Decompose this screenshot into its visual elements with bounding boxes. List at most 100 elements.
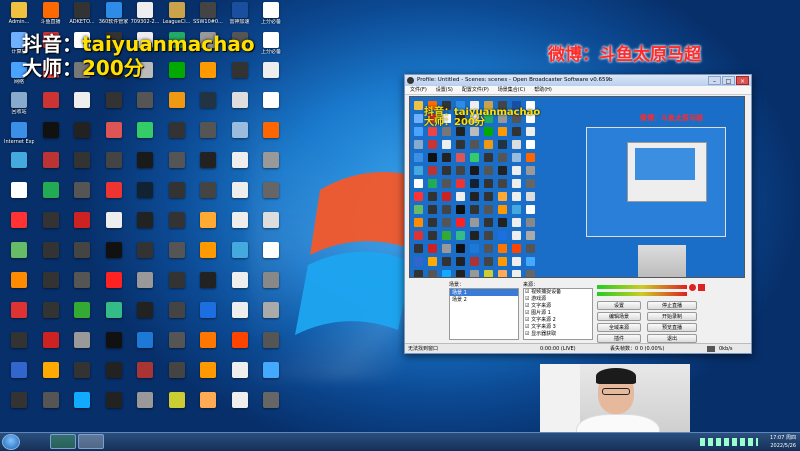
desktop-shortcut-icon[interactable] [256, 152, 286, 184]
desktop-shortcut-icon[interactable] [67, 362, 97, 394]
source-item[interactable]: ☑ 显示器获取 [525, 331, 592, 338]
preview-stream-button[interactable]: 预览直播 [647, 323, 697, 332]
desktop-shortcut-icon[interactable] [36, 272, 66, 304]
desktop-shortcut-icon[interactable] [4, 242, 34, 274]
desktop-shortcut-icon[interactable] [36, 242, 66, 274]
desktop-shortcut-icon[interactable] [99, 212, 129, 244]
desktop-shortcut-icon[interactable] [256, 212, 286, 244]
desktop-shortcut-icon[interactable] [225, 242, 255, 274]
tray-icons[interactable] [700, 438, 758, 446]
desktop-shortcut-icon[interactable] [67, 212, 97, 244]
desktop-shortcut-icon[interactable] [99, 302, 129, 334]
desktop-shortcut-icon[interactable] [225, 62, 255, 94]
desktop-shortcut-icon[interactable] [193, 182, 223, 214]
desktop-shortcut-icon[interactable] [193, 62, 223, 94]
desktop-shortcut-icon[interactable] [130, 362, 160, 394]
desktop-shortcut-icon[interactable] [67, 122, 97, 154]
desktop-shortcut-icon[interactable] [4, 362, 34, 394]
desktop-shortcut-icon[interactable] [36, 92, 66, 124]
desktop-shortcut-icon[interactable] [67, 332, 97, 364]
desktop-shortcut-icon[interactable] [162, 272, 192, 304]
scene-item[interactable]: 场景 1 [450, 289, 518, 296]
desktop-shortcut-icon[interactable] [225, 92, 255, 124]
maximize-button[interactable]: □ [722, 76, 735, 85]
desktop-shortcut-icon[interactable] [256, 392, 286, 424]
desktop-shortcut-icon[interactable] [99, 272, 129, 304]
desktop-shortcut-icon[interactable] [162, 152, 192, 184]
desktop-shortcut-icon[interactable] [225, 392, 255, 424]
desktop-shortcut-icon[interactable] [256, 302, 286, 334]
desktop-shortcut-icon[interactable] [225, 302, 255, 334]
desktop-shortcut-icon[interactable] [256, 182, 286, 214]
desktop-shortcut-icon[interactable] [162, 362, 192, 394]
menu-help[interactable]: 帮助(H) [534, 86, 552, 94]
desktop-shortcut-icon[interactable] [193, 362, 223, 394]
desktop-shortcut-icon[interactable] [67, 152, 97, 184]
taskbar-ie-icon[interactable] [50, 434, 76, 449]
plugins-button[interactable]: 插件 [597, 334, 641, 343]
desktop-shortcut-icon[interactable] [4, 332, 34, 364]
desktop-shortcut-icon[interactable] [256, 122, 286, 154]
desktop-shortcut-icon[interactable] [36, 362, 66, 394]
desktop-shortcut-icon[interactable] [4, 152, 34, 184]
desktop-shortcut-icon[interactable] [4, 182, 34, 214]
desktop-shortcut-icon[interactable] [256, 242, 286, 274]
desktop-shortcut-icon[interactable] [36, 182, 66, 214]
scene-item[interactable]: 场景 2 [450, 296, 518, 303]
start-button[interactable] [2, 434, 20, 450]
desktop-shortcut-icon[interactable] [225, 212, 255, 244]
menu-scene-collection[interactable]: 场景集合(C) [498, 86, 525, 94]
speaker-icon[interactable] [698, 284, 705, 291]
desktop-shortcut-icon[interactable] [130, 122, 160, 154]
source-item[interactable]: ☑ 图片源 1 [525, 310, 592, 317]
desktop-shortcut-icon[interactable] [225, 122, 255, 154]
desktop-shortcut-icon[interactable] [36, 332, 66, 364]
desktop-shortcut-icon[interactable] [36, 122, 66, 154]
desktop-shortcut-icon[interactable] [99, 182, 129, 214]
desktop-shortcut-icon[interactable]: Internet Explorer [4, 122, 34, 154]
desktop-shortcut-icon[interactable] [162, 182, 192, 214]
source-item[interactable]: ☑ 文字来源 3 [525, 324, 592, 331]
desktop-shortcut-icon[interactable] [99, 242, 129, 274]
desktop-shortcut-icon[interactable] [4, 302, 34, 334]
source-item[interactable]: ☑ 文字来源 2 [525, 317, 592, 324]
desktop-shortcut-icon[interactable] [36, 152, 66, 184]
desktop-shortcut-icon[interactable] [256, 362, 286, 394]
desktop-shortcut-icon[interactable] [162, 212, 192, 244]
desktop-shortcut-icon[interactable] [130, 242, 160, 274]
desktop-shortcut-icon[interactable] [162, 92, 192, 124]
desktop-shortcut-icon[interactable] [4, 272, 34, 304]
desktop-shortcut-icon[interactable] [130, 152, 160, 184]
desktop-shortcut-icon[interactable] [67, 272, 97, 304]
desktop-shortcut-icon[interactable] [193, 122, 223, 154]
menu-settings[interactable]: 设置(S) [436, 86, 453, 94]
start-recording-button[interactable]: 开始录制 [647, 312, 697, 321]
desktop-shortcut-icon[interactable] [99, 122, 129, 154]
stop-stream-button[interactable]: 停止直播 [647, 301, 697, 310]
scenes-list[interactable]: 场景 1 场景 2 [449, 288, 519, 340]
desktop-shortcut-icon[interactable] [67, 92, 97, 124]
menu-file[interactable]: 文件(F) [410, 86, 427, 94]
obs-titlebar[interactable]: Profile: Untitled - Scenes: scenes - Ope… [405, 75, 751, 86]
desktop-shortcut-icon[interactable] [193, 272, 223, 304]
mic-icon[interactable] [689, 284, 696, 291]
desktop-shortcut-icon[interactable] [67, 242, 97, 274]
desktop-shortcut-icon[interactable] [67, 182, 97, 214]
desktop-shortcut-icon[interactable] [162, 302, 192, 334]
desktop-shortcut-icon[interactable] [162, 122, 192, 154]
desktop-shortcut-icon[interactable] [193, 92, 223, 124]
desktop-shortcut-icon[interactable]: 上分必备 [256, 2, 286, 34]
desktop-shortcut-icon[interactable] [162, 332, 192, 364]
settings-button[interactable]: 设置 [597, 301, 641, 310]
desktop-shortcut-icon[interactable] [99, 362, 129, 394]
desktop-shortcut-icon[interactable] [256, 92, 286, 124]
desktop-shortcut-icon[interactable] [67, 392, 97, 424]
desktop-shortcut-icon[interactable] [130, 392, 160, 424]
desktop-shortcut-icon[interactable] [4, 392, 34, 424]
minimize-button[interactable]: – [708, 76, 721, 85]
desktop-shortcut-icon[interactable] [130, 182, 160, 214]
desktop-shortcut-icon[interactable] [193, 392, 223, 424]
desktop-shortcut-icon[interactable] [193, 302, 223, 334]
clock[interactable]: 17:07 周四 2022/5/26 [770, 433, 796, 451]
edit-scene-button[interactable]: 编辑场景 [597, 312, 641, 321]
